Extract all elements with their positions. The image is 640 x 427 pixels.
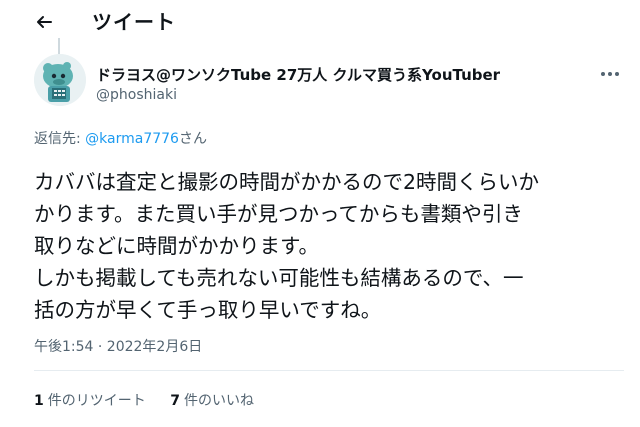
retweets-count: 1 — [34, 393, 44, 409]
tweet-timestamp[interactable]: 午後1:54 · 2022年2月6日 — [34, 336, 202, 356]
avatar-character-icon — [34, 54, 86, 106]
tweet-text-line: 括の方が早くて手っ取り早いですね。 — [34, 298, 382, 322]
page-title: ツイート — [92, 10, 176, 34]
likes-count: 7 — [170, 393, 180, 409]
back-button[interactable] — [30, 8, 58, 36]
tweet-text-line: カババは査定と撮影の時間がかかるので2時間くらいか — [34, 170, 540, 194]
more-dots-icon — [601, 72, 605, 76]
divider — [34, 370, 624, 371]
reply-suffix: さん — [178, 131, 207, 147]
retweets-stat[interactable]: 1 件のリツイート — [34, 390, 146, 410]
likes-stat[interactable]: 7 件のいいね — [170, 390, 254, 410]
arrow-left-icon — [37, 16, 52, 28]
tweet-text-line: しかも掲載しても売れない可能性も結構あるので、一 — [34, 266, 524, 290]
page-header: ツイート — [0, 0, 640, 44]
likes-label: 件のいいね — [183, 393, 254, 409]
tweet-text-line: かります。また買い手が見つかってからも書類や引き — [34, 202, 523, 226]
author-display-name[interactable]: ドラヨス@ワンソクTube 27万人 クルマ買う系YouTuber — [96, 64, 500, 85]
thread-connector — [58, 38, 60, 54]
reply-prefix: 返信先: — [34, 131, 86, 147]
reply-to-line: 返信先: @karma7776さん — [34, 128, 207, 148]
reply-mention-link[interactable]: @karma7776 — [85, 131, 179, 147]
more-options-button[interactable] — [598, 64, 622, 84]
author-handle[interactable]: @phoshiaki — [96, 87, 177, 103]
tweet-stats: 1 件のリツイート 7 件のいいね — [34, 390, 274, 410]
avatar[interactable] — [34, 54, 86, 106]
retweets-label: 件のリツイート — [47, 393, 146, 409]
tweet-text: カババは査定と撮影の時間がかかるので2時間くらいか かります。また買い手が見つか… — [34, 166, 624, 326]
tweet-text-line: 取りなどに時間がかかります。 — [34, 234, 319, 258]
